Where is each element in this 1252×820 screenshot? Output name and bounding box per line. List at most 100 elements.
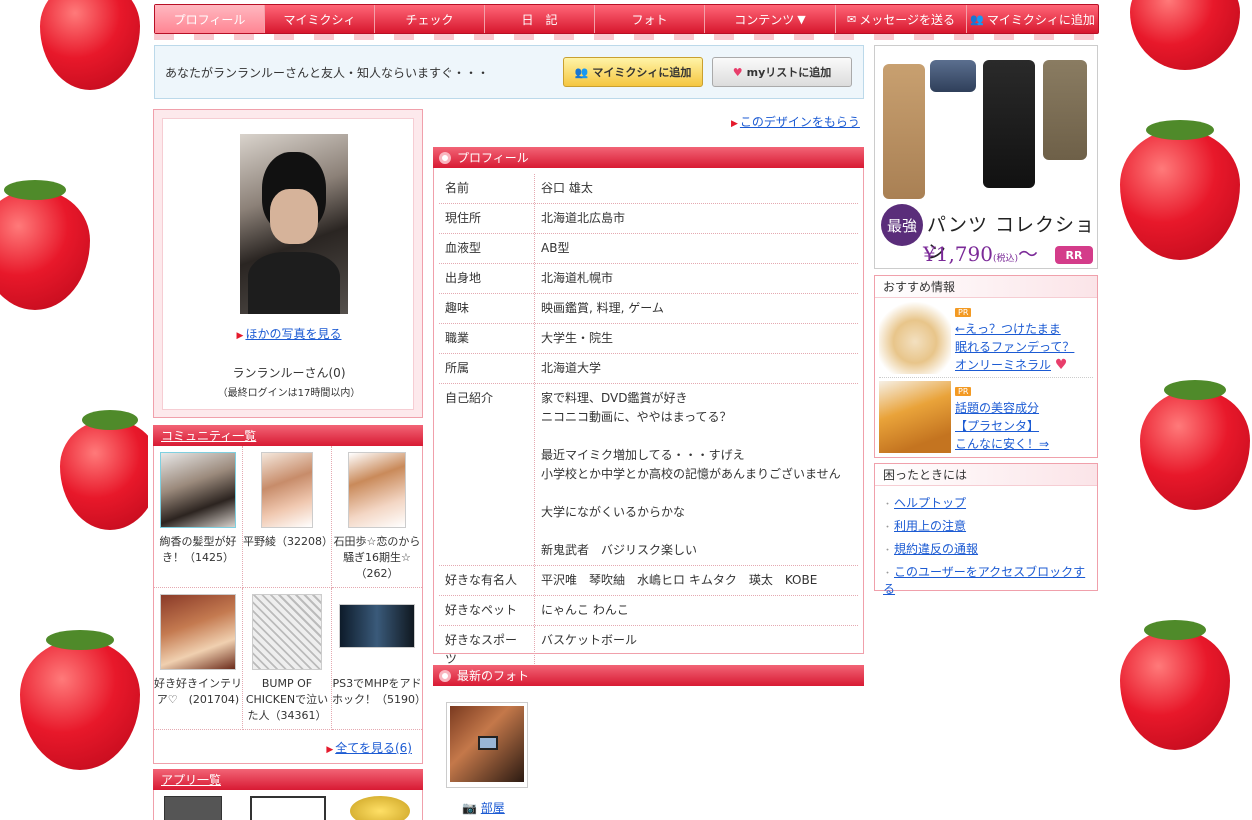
profile-key: 所属 xyxy=(439,354,535,383)
community-thumbnail[interactable] xyxy=(348,452,406,528)
recommend-link[interactable]: 眠れるファンデって？ xyxy=(955,340,1074,354)
app-thumbnail[interactable] xyxy=(350,796,410,820)
get-design-link[interactable]: ▶ このデザインをもらう xyxy=(731,113,860,130)
community-thumbnail[interactable] xyxy=(261,452,313,528)
latest-photos-header: 最新のフォト xyxy=(433,665,864,686)
photo-face xyxy=(270,189,318,244)
help-link[interactable]: ヘルプトップ xyxy=(894,496,966,510)
recommend-item[interactable]: PR ←えっ？つけたまま 眠れるファンデって？ オンリーミネラル ♥ xyxy=(879,302,1093,376)
profile-row: 趣味 映画鑑賞, 料理, ゲーム xyxy=(439,294,858,324)
recommend-item[interactable]: PR 話題の美容成分 【プラセンタ】 こんなに安く！⇒ xyxy=(879,381,1093,455)
help-item[interactable]: ・利用上の注意 xyxy=(883,517,966,534)
profile-section-title: プロフィール xyxy=(457,151,529,165)
nav-label: マイミクシィ xyxy=(283,12,356,27)
recommend-text: PR ←えっ？つけたまま 眠れるファンデって？ オンリーミネラル ♥ xyxy=(955,302,1074,374)
help-link[interactable]: このユーザーをアクセスブロックする xyxy=(883,565,1085,596)
community-item[interactable]: PS3でMHPをアドホック！（5190） xyxy=(332,588,426,730)
nav-label: コンテンツ xyxy=(734,12,795,27)
heart-icon: ♥ xyxy=(1054,357,1068,373)
community-item[interactable]: BUMP OF CHICKENで泣いた人（34361） xyxy=(243,588,332,730)
profile-value: 映画鑑賞, 料理, ゲーム xyxy=(541,301,664,315)
nav-contents[interactable]: コンテンツ ▼ xyxy=(705,5,836,33)
app-thumbnail[interactable] xyxy=(164,796,222,820)
ad-price: ¥1,790(税込)〜 xyxy=(923,238,1038,267)
nav-profile[interactable]: プロフィール xyxy=(155,5,265,33)
recommend-link[interactable]: ←えっ？つけたまま xyxy=(955,322,1061,336)
community-item[interactable]: 好き好きインテリア♡ (201704) xyxy=(154,588,243,730)
nav-label: フォト xyxy=(631,12,668,27)
help-link[interactable]: 利用上の注意 xyxy=(894,519,966,533)
ad-banner[interactable]: 最強 パンツ コレクション ¥1,790(税込)〜 RR xyxy=(874,45,1098,269)
recommend-image[interactable] xyxy=(879,302,951,374)
community-item[interactable]: 平野綾（32208） xyxy=(243,446,333,588)
more-photos-link[interactable]: ▶ ほかの写真を見る xyxy=(163,325,415,342)
app-thumbnail[interactable] xyxy=(250,796,326,820)
nav-decoration-strip xyxy=(154,34,1099,40)
add-mymixi-button[interactable]: 👥 マイミクシィに追加 xyxy=(563,57,703,87)
ad-price-suffix: (税込) xyxy=(992,254,1019,264)
ad-price-value: ¥1,790 xyxy=(923,242,993,266)
help-item[interactable]: ・規約違反の通報 xyxy=(883,540,978,557)
people-icon: 👥 xyxy=(970,12,984,26)
recommend-image[interactable] xyxy=(879,381,951,453)
community-title[interactable]: コミュニティ一覧 xyxy=(161,427,256,444)
strawberry-image xyxy=(20,630,140,770)
help-title: 困ったときには xyxy=(875,464,1097,486)
recommend-link[interactable]: 【プラセンタ】 xyxy=(955,419,1039,433)
community-item[interactable]: 絢香の髪型が好き！（1425） xyxy=(154,446,243,588)
profile-row: 現住所 北海道北広島市 xyxy=(439,204,858,234)
community-thumbnail[interactable] xyxy=(252,594,322,670)
profile-value: AB型 xyxy=(541,241,570,255)
bullet-icon: ・ xyxy=(883,569,893,579)
community-thumbnail[interactable] xyxy=(160,594,236,670)
nav-add-mymixi[interactable]: 👥 マイミクシィに追加 xyxy=(967,5,1098,33)
nickname: ランランルーさん(0) xyxy=(232,366,346,380)
community-name: PS3でMHPをアドホック！（5190） xyxy=(332,677,426,706)
background-strawberries-right xyxy=(1100,0,1252,820)
apps-title[interactable]: アプリ一覧 xyxy=(161,771,221,788)
nav-label: 日 記 xyxy=(521,12,558,27)
community-item[interactable]: 石田歩☆恋のから騒ぎ16期生☆（262） xyxy=(332,446,422,588)
help-item[interactable]: ・ヘルプトップ xyxy=(883,494,966,511)
strawberry-image xyxy=(1120,120,1240,260)
profile-photo[interactable] xyxy=(240,134,348,314)
camera-icon: 📷 xyxy=(462,801,477,815)
strawberry-image xyxy=(60,410,152,530)
add-mylist-button[interactable]: ♥ myリストに追加 xyxy=(712,57,852,87)
profile-value: にゃんこ わんこ xyxy=(541,603,629,617)
recommend-link[interactable]: 話題の美容成分 xyxy=(955,401,1039,415)
see-all-communities-link[interactable]: ▶ 全てを見る(6) xyxy=(326,739,412,756)
chevron-down-icon: ▼ xyxy=(797,12,806,26)
see-all-text[interactable]: 全てを見る(6) xyxy=(335,741,412,755)
nav-photo[interactable]: フォト xyxy=(595,5,705,33)
last-login: （最終ログインは17時間以内） xyxy=(217,388,361,399)
photo-label-link[interactable]: 📷 部屋 xyxy=(462,799,505,816)
community-thumbnail[interactable] xyxy=(339,604,415,648)
profile-value: 平沢唯 琴吹紬 水嶋ヒロ キムタク 瑛太 KOBE xyxy=(541,573,818,587)
profile-key: 出身地 xyxy=(439,264,535,293)
community-list: 絢香の髪型が好き！（1425） 平野綾（32208） 石田歩☆恋のから騒ぎ16期… xyxy=(153,446,426,764)
background-strawberries-left xyxy=(0,0,152,820)
profile-key: 職業 xyxy=(439,324,535,353)
community-name: 平野綾（32208） xyxy=(243,535,333,548)
community-thumbnail[interactable] xyxy=(160,452,236,528)
nav-mymixi[interactable]: マイミクシィ xyxy=(265,5,375,33)
get-design-text[interactable]: このデザインをもらう xyxy=(740,115,860,129)
ad-badge: 最強 xyxy=(881,204,923,246)
strawberry-image xyxy=(0,180,90,310)
photo-label-text[interactable]: 部屋 xyxy=(481,801,505,815)
help-item[interactable]: ・このユーザーをアクセスブロックする xyxy=(883,563,1097,597)
circle-bullet-icon xyxy=(439,669,451,682)
community-name: 絢香の髪型が好き！（1425） xyxy=(159,535,237,564)
apps-list xyxy=(153,790,423,820)
community-grid: 絢香の髪型が好き！（1425） 平野綾（32208） 石田歩☆恋のから騒ぎ16期… xyxy=(154,446,422,588)
photo-thumbnail[interactable] xyxy=(446,702,528,788)
help-link[interactable]: 規約違反の通報 xyxy=(894,542,978,556)
nav-send-message[interactable]: ✉ メッセージを送る xyxy=(836,5,967,33)
profile-row: 職業 大学生・院生 xyxy=(439,324,858,354)
nav-check[interactable]: チェック xyxy=(375,5,485,33)
nav-diary[interactable]: 日 記 xyxy=(485,5,595,33)
recommend-link[interactable]: オンリーミネラル xyxy=(955,358,1051,372)
recommend-link[interactable]: こんなに安く！⇒ xyxy=(955,437,1049,451)
more-photos-text[interactable]: ほかの写真を見る xyxy=(245,327,341,341)
